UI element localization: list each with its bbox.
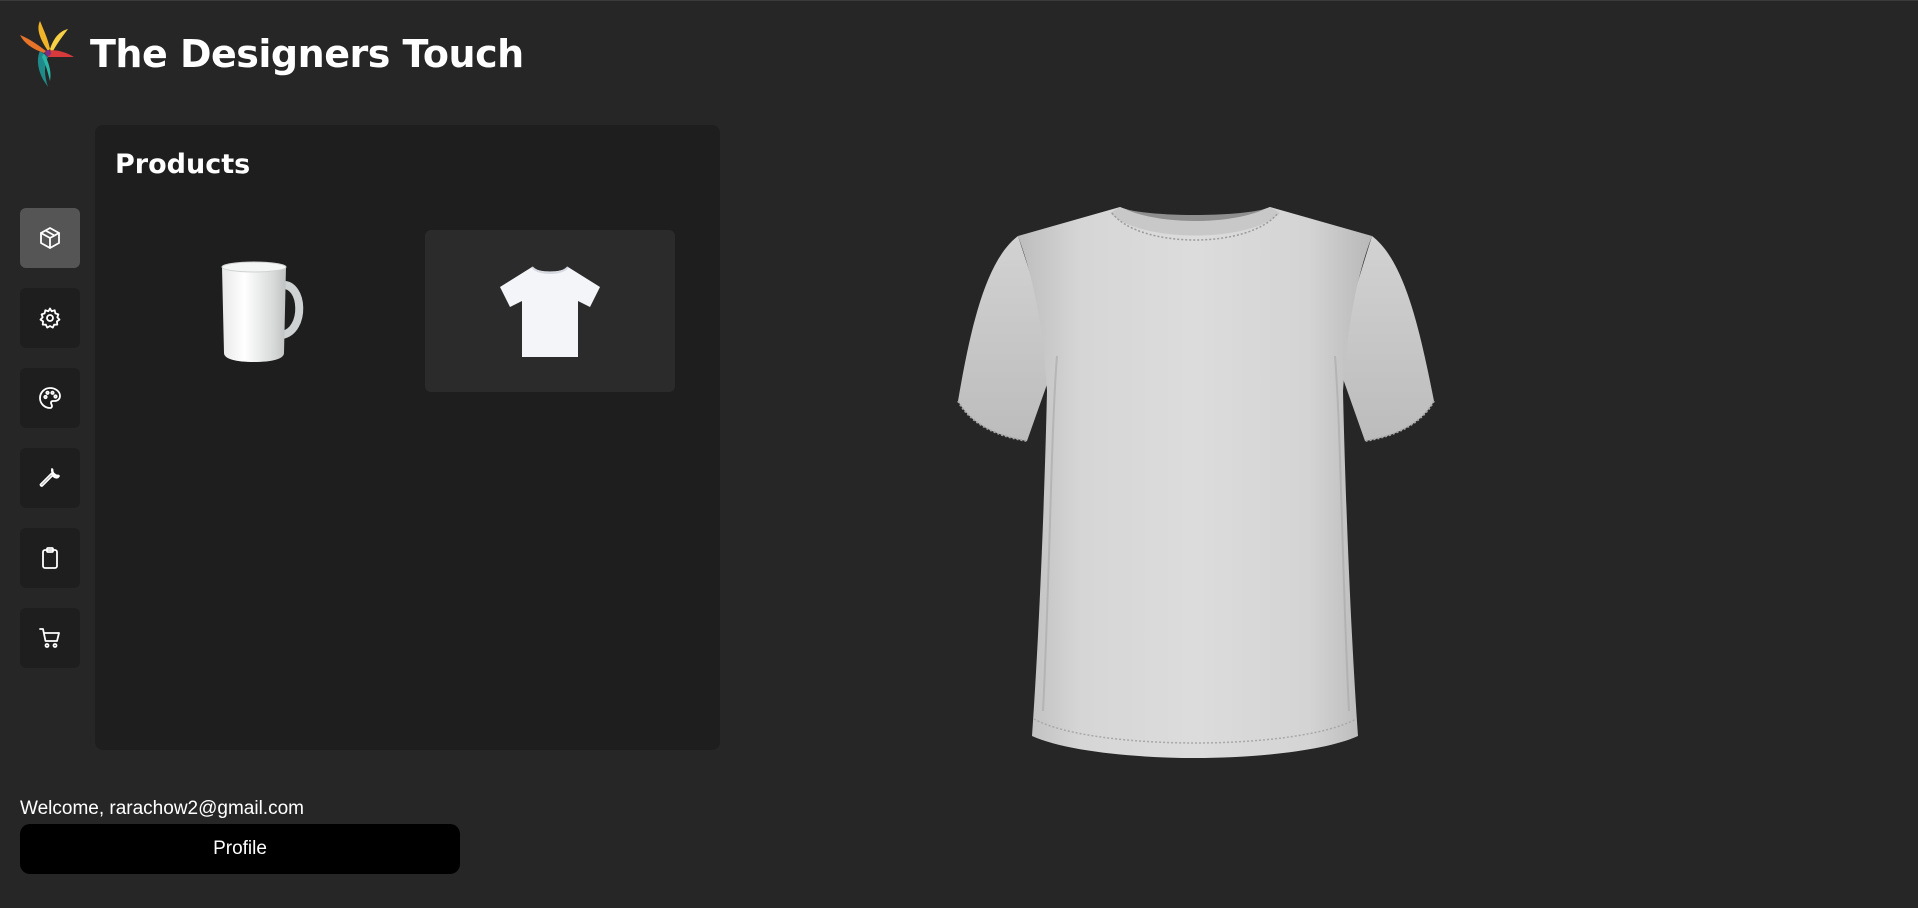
tshirt-image	[500, 266, 600, 357]
cart-icon	[39, 628, 60, 648]
sidebar-item-products[interactable]	[20, 208, 80, 268]
hummingbird-logo-icon	[20, 21, 74, 87]
profile-button[interactable]: Profile	[20, 824, 460, 874]
product-card-mug[interactable]	[135, 230, 385, 392]
tshirt-3d-viewer[interactable]	[925, 191, 1485, 771]
user-area: Welcome, rarachow2@gmail.com Profile	[20, 798, 460, 874]
mug-image	[221, 261, 304, 362]
palette-icon	[39, 387, 61, 409]
box-icon	[40, 227, 60, 249]
sidebar-item-orders[interactable]	[20, 528, 80, 588]
app-root: The Designers Touch Products Welcome, ra…	[0, 0, 1918, 908]
wrench-icon	[39, 468, 60, 487]
product-card-tshirt[interactable]	[425, 230, 675, 392]
panel-title: Products	[115, 149, 251, 180]
sidebar-item-tools[interactable]	[20, 448, 80, 508]
sidebar-item-settings[interactable]	[20, 288, 80, 348]
welcome-text: Welcome, rarachow2@gmail.com	[20, 798, 304, 819]
products-panel: Products	[95, 125, 720, 750]
gear-icon	[39, 307, 61, 329]
sidebar	[20, 208, 80, 688]
app-title: The Designers Touch	[90, 32, 524, 76]
tshirt-3d-model	[957, 207, 1435, 758]
sidebar-item-colors[interactable]	[20, 368, 80, 428]
sidebar-item-cart[interactable]	[20, 608, 80, 668]
clipboard-icon	[42, 547, 58, 569]
header: The Designers Touch	[18, 19, 524, 89]
